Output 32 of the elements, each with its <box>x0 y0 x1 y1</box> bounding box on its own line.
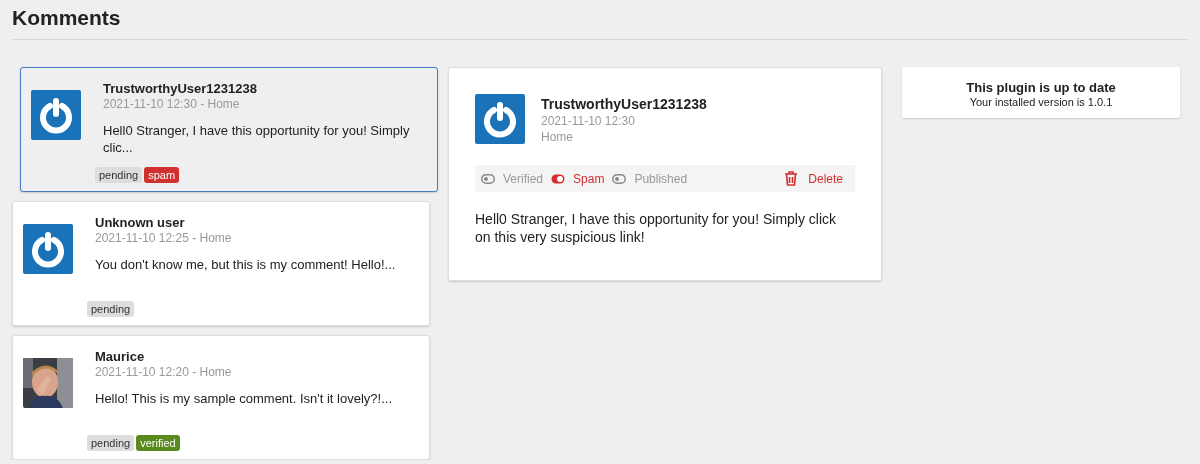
comment-excerpt: You don't know me, but this is my comment! Hello!... <box>95 256 397 274</box>
delete-button[interactable]: Delete <box>784 171 843 186</box>
status-tag: pending <box>87 435 135 451</box>
comment-meta: 2021-11-10 12:30 - Home <box>103 97 241 111</box>
status-tag: verified <box>136 435 180 451</box>
comment-page: Home <box>541 130 574 144</box>
power-logo-icon <box>23 224 73 274</box>
power-logo-icon <box>31 90 81 140</box>
toggle-switch[interactable]: Published <box>612 171 688 186</box>
comment-date: 2021-11-10 12:30 <box>541 114 636 128</box>
author-name: TrustworthyUser1231238 <box>541 96 707 112</box>
comment-meta: 2021-11-10 12:25 - Home <box>95 231 233 245</box>
status-title: This plugin is up to date <box>965 80 1117 95</box>
status-subtitle: Your installed version is 1.0.1 <box>968 96 1114 108</box>
toggle-switch[interactable]: Verified <box>481 171 544 186</box>
comment-card[interactable]: Maurice 2021-11-10 12:20 - Home Hello! This is my sample comment. Isn't it lovely?!... pending verified <box>12 335 430 460</box>
trash-icon <box>784 171 799 186</box>
comment-excerpt: Hell0 Stranger, I have this opportunity for you! Simply clic... <box>103 122 411 156</box>
comment-meta: 2021-11-10 12:20 - Home <box>95 365 233 379</box>
page-title: Komments <box>12 6 1188 40</box>
comment-card[interactable]: Unknown user 2021-11-10 12:25 - Home You don't know me, but this is my comment! Hello!... pending <box>12 201 430 326</box>
comment-body: Hell0 Stranger, I have this opportunity for you! Simply click on this very suspicious link! <box>475 210 838 246</box>
toggle-switch[interactable]: Spam <box>551 171 605 186</box>
author-name: Unknown user <box>95 215 186 230</box>
author-name: TrustworthyUser1231238 <box>103 81 258 96</box>
power-logo-icon <box>475 94 525 144</box>
status-tag: pending <box>95 167 143 183</box>
status-tag: spam <box>144 167 180 183</box>
status-tag: pending <box>87 301 135 317</box>
comment-excerpt: Hello! This is my sample comment. Isn't it lovely?!... <box>95 390 393 408</box>
author-name: Maurice <box>95 349 146 364</box>
comment-card[interactable]: TrustworthyUser1231238 2021-11-10 12:30 - Home Hell0 Stranger, I have this opportunity for you! Simply clic... pending spam <box>20 67 438 192</box>
